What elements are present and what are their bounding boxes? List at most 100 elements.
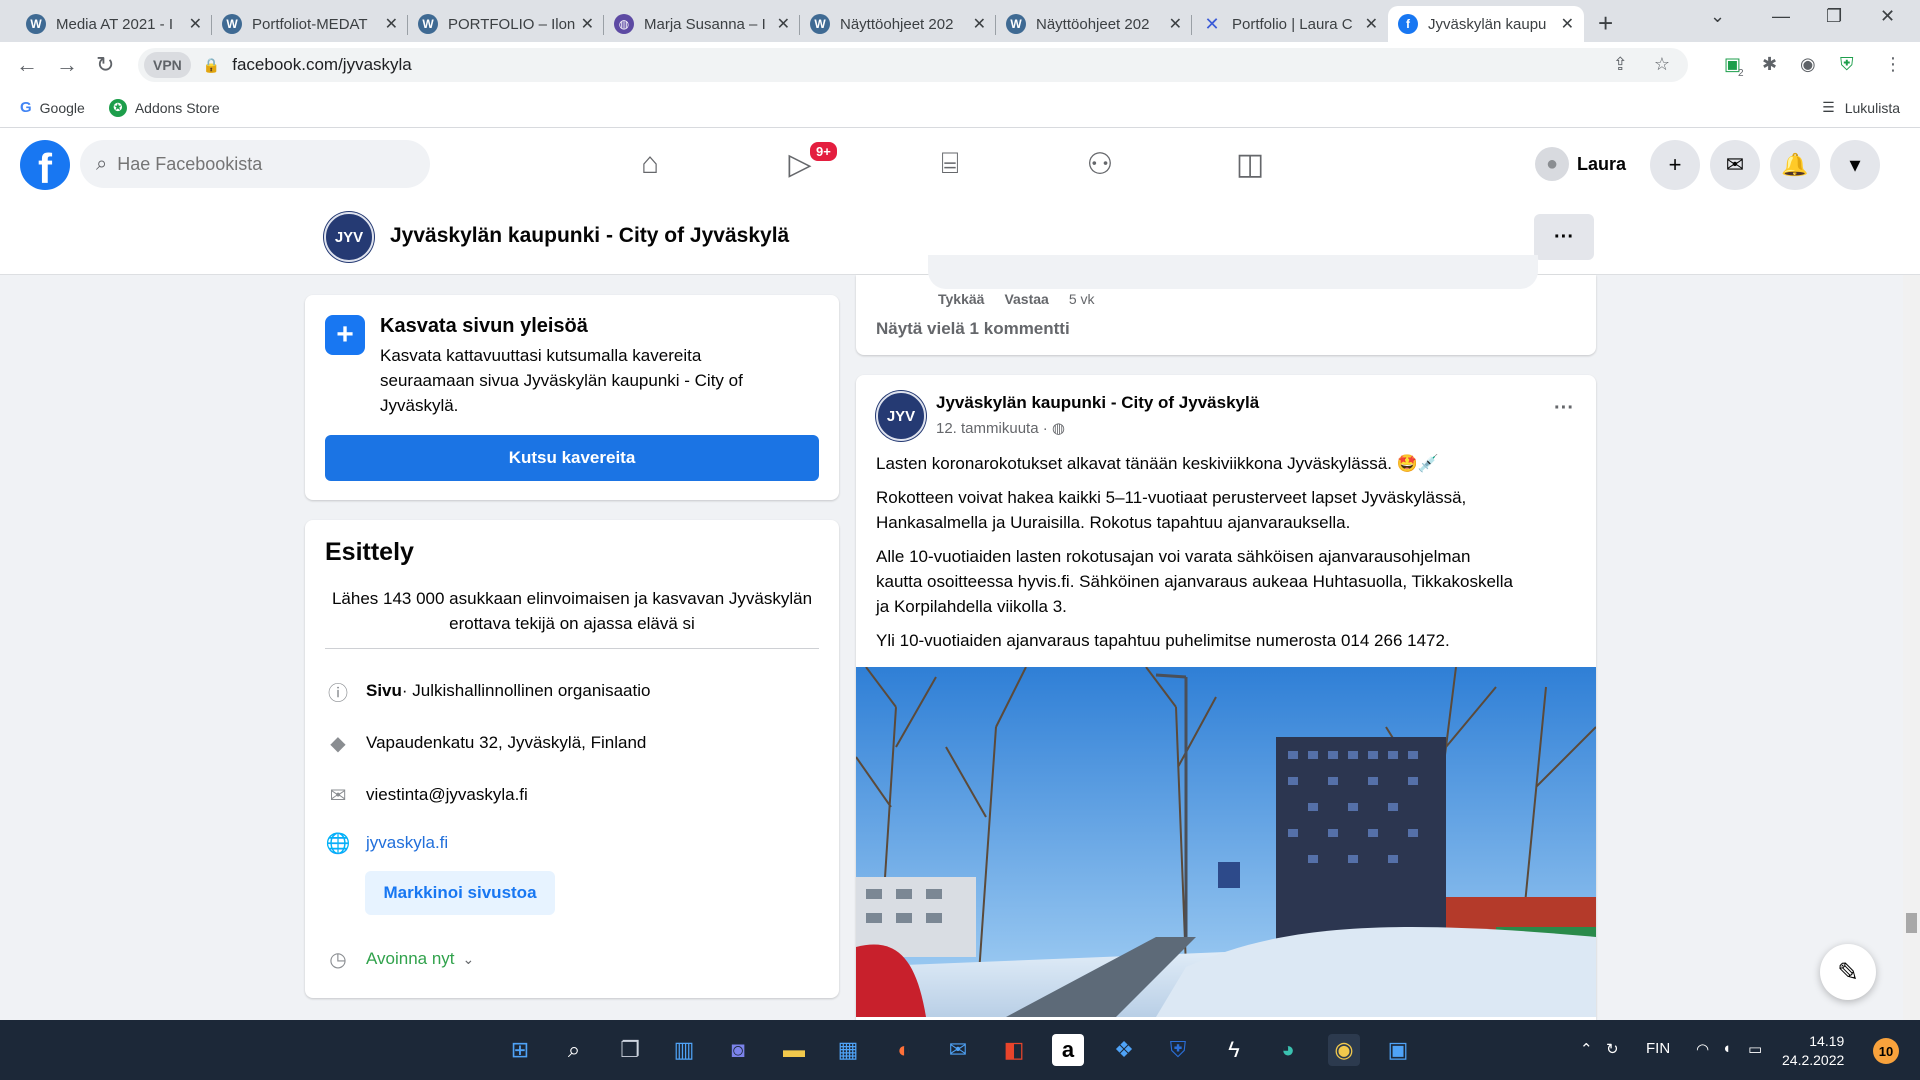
bookmark-google[interactable]: G Google	[20, 99, 85, 116]
close-tab-icon[interactable]: ✕	[1561, 14, 1574, 34]
browser-tab[interactable]: W Media AT 2021 - I ✕	[16, 6, 212, 42]
search-input[interactable]	[117, 153, 378, 175]
scrollbar-thumb[interactable]	[1906, 913, 1917, 933]
browser-tab[interactable]: W Portfoliot-MEDAT ✕	[212, 6, 408, 42]
page-title[interactable]: Jyväskylän kaupunki - City of Jyväskylä	[390, 224, 789, 248]
post-author[interactable]: Jyväskylän kaupunki - City of Jyväskylä	[936, 393, 1259, 413]
task-view-icon[interactable]: ❐	[614, 1034, 646, 1066]
post-author-avatar[interactable]: JYV	[876, 391, 926, 441]
new-tab-icon[interactable]: +	[1598, 8, 1613, 39]
profile-button[interactable]: ● Laura	[1535, 144, 1626, 184]
sync-icon[interactable]: ↻	[1606, 1040, 1619, 1058]
firefox-icon[interactable]: ◐	[888, 1034, 920, 1066]
close-window-icon[interactable]: ✕	[1880, 6, 1895, 27]
browser-tab-active[interactable]: f Jyväskylän kaupu ✕	[1388, 6, 1584, 42]
comment-bubble	[928, 255, 1538, 289]
home-icon[interactable]: ⌂	[630, 146, 670, 182]
back-icon[interactable]: ←	[16, 52, 38, 78]
extensions-puzzle-icon[interactable]: ✱	[1762, 54, 1777, 75]
wifi-icon[interactable]: ◠	[1696, 1040, 1709, 1058]
mail-icon[interactable]: ✉	[942, 1034, 974, 1066]
website-link[interactable]: jyvaskyla.fi	[366, 833, 448, 853]
browser-tab[interactable]: W PORTFOLIO – Ilon ✕	[408, 6, 604, 42]
browser-menu-icon[interactable]: ⋮	[1884, 54, 1902, 75]
comment-reply-link[interactable]: Vastaa	[1004, 291, 1048, 307]
reading-list[interactable]: ☰ Lukulista	[1822, 99, 1900, 116]
account-menu-icon[interactable]: ▾	[1830, 140, 1880, 190]
page-scrollbar[interactable]	[1903, 275, 1920, 1020]
share-icon[interactable]: ⇪	[1613, 54, 1628, 75]
file-explorer-icon[interactable]: ▬	[778, 1034, 810, 1066]
invite-friends-button[interactable]: Kutsu kavereita	[325, 435, 819, 481]
microsoft-store-icon[interactable]: ▦	[832, 1034, 864, 1066]
notification-count-badge[interactable]: 10	[1873, 1038, 1899, 1064]
post-photo[interactable]	[856, 667, 1596, 1017]
hours-row[interactable]: ◷ Avoinna nyt ⌄	[325, 946, 474, 972]
lock-icon[interactable]: 🔒	[203, 57, 220, 74]
edge-icon[interactable]: ◕	[1272, 1034, 1304, 1066]
chrome-icon[interactable]: ◉	[1328, 1034, 1360, 1066]
dropbox-icon[interactable]: ❖	[1108, 1034, 1140, 1066]
groups-icon[interactable]: ⚇	[1080, 146, 1120, 182]
amazon-icon[interactable]: a	[1052, 1034, 1084, 1066]
bookmark-star-icon[interactable]: ☆	[1654, 54, 1670, 75]
battery-icon[interactable]: ▭	[1748, 1040, 1762, 1058]
new-message-edit-icon[interactable]: ✎	[1820, 944, 1876, 1000]
intro-description: Lähes 143 000 asukkaan elinvoimaisen ja …	[331, 589, 813, 633]
page-avatar[interactable]: JYV	[324, 212, 374, 262]
minimize-icon[interactable]: —	[1772, 6, 1790, 27]
gaming-icon[interactable]: ◫	[1230, 146, 1270, 182]
office-icon[interactable]: ◧	[998, 1034, 1030, 1066]
system-clock[interactable]: 14.19 24.2.2022	[1782, 1032, 1844, 1070]
tray-overflow-icon[interactable]: ⌃	[1580, 1040, 1593, 1058]
marketplace-icon[interactable]: ⌸	[930, 146, 970, 182]
promote-website-button[interactable]: Markkinoi sivustoa	[365, 871, 555, 915]
photos-icon[interactable]: ▣	[1382, 1034, 1414, 1066]
shield-extension-icon[interactable]: ⛨	[1840, 54, 1854, 75]
close-tab-icon[interactable]: ✕	[777, 14, 790, 34]
post-options-icon[interactable]: ···	[1554, 397, 1574, 420]
page-more-button[interactable]: ···	[1534, 214, 1594, 260]
close-tab-icon[interactable]: ✕	[189, 14, 202, 34]
facebook-logo-icon[interactable]: f	[20, 140, 70, 190]
address-bar[interactable]: VPN 🔒 facebook.com/jyvaskyla ⇪ ☆	[138, 48, 1688, 82]
address-row[interactable]: ◆ Vapaudenkatu 32, Jyväskylä, Finland	[325, 730, 646, 756]
close-tab-icon[interactable]: ✕	[1169, 14, 1182, 34]
comment-timestamp[interactable]: 5 vk	[1069, 291, 1095, 307]
profile-icon[interactable]: ◉	[1800, 54, 1816, 75]
create-icon[interactable]: +	[1650, 140, 1700, 190]
x-logo-icon: ✕	[1204, 13, 1220, 34]
windows-start-icon[interactable]: ⊞	[504, 1034, 536, 1066]
close-tab-icon[interactable]: ✕	[385, 14, 398, 34]
url-text[interactable]: facebook.com/jyvaskyla	[232, 55, 412, 75]
vpn-badge[interactable]: VPN	[144, 52, 191, 78]
bolt-app-icon[interactable]: ϟ	[1218, 1034, 1250, 1066]
view-more-comments-link[interactable]: Näytä vielä 1 kommentti	[876, 319, 1070, 339]
notifications-bell-icon[interactable]: 🔔	[1770, 140, 1820, 190]
teams-chat-icon[interactable]: ◙	[722, 1034, 754, 1066]
volume-icon[interactable]: ◖	[1722, 1040, 1731, 1057]
browser-tab[interactable]: W Näyttöohjeet 202 ✕	[996, 6, 1192, 42]
facebook-search[interactable]: ⌕	[80, 140, 430, 188]
close-tab-icon[interactable]: ✕	[973, 14, 986, 34]
tab-search-icon[interactable]: ⌄	[1710, 6, 1725, 27]
restore-icon[interactable]: ❐	[1826, 6, 1842, 27]
widgets-icon[interactable]: ▥	[668, 1034, 700, 1066]
email-row[interactable]: ✉ viestinta@jyvaskyla.fi	[325, 782, 528, 808]
vpn-shield-icon[interactable]: ⛨	[1162, 1034, 1194, 1066]
browser-tab[interactable]: ◍ Marja Susanna – I ✕	[604, 6, 800, 42]
close-tab-icon[interactable]: ✕	[1365, 14, 1378, 34]
comment-like-link[interactable]: Tykkää	[938, 291, 984, 307]
reload-icon[interactable]: ↻	[96, 52, 114, 78]
messenger-icon[interactable]: ✉	[1710, 140, 1760, 190]
close-tab-icon[interactable]: ✕	[581, 14, 594, 34]
reading-list-icon: ☰	[1822, 99, 1835, 115]
input-language[interactable]: FIN	[1646, 1040, 1670, 1057]
bookmark-addons-store[interactable]: ✪ Addons Store	[108, 98, 220, 117]
browser-tab[interactable]: W Näyttöohjeet 202 ✕	[800, 6, 996, 42]
forward-icon[interactable]: →	[56, 52, 78, 78]
browser-tab[interactable]: ✕ Portfolio | Laura C ✕	[1192, 6, 1388, 42]
search-icon[interactable]: ⌕	[558, 1034, 590, 1066]
wordpress-icon: W	[810, 14, 830, 34]
post-paragraph: Yli 10-vuotiaiden ajanvaraus tapahtuu pu…	[876, 631, 1450, 650]
